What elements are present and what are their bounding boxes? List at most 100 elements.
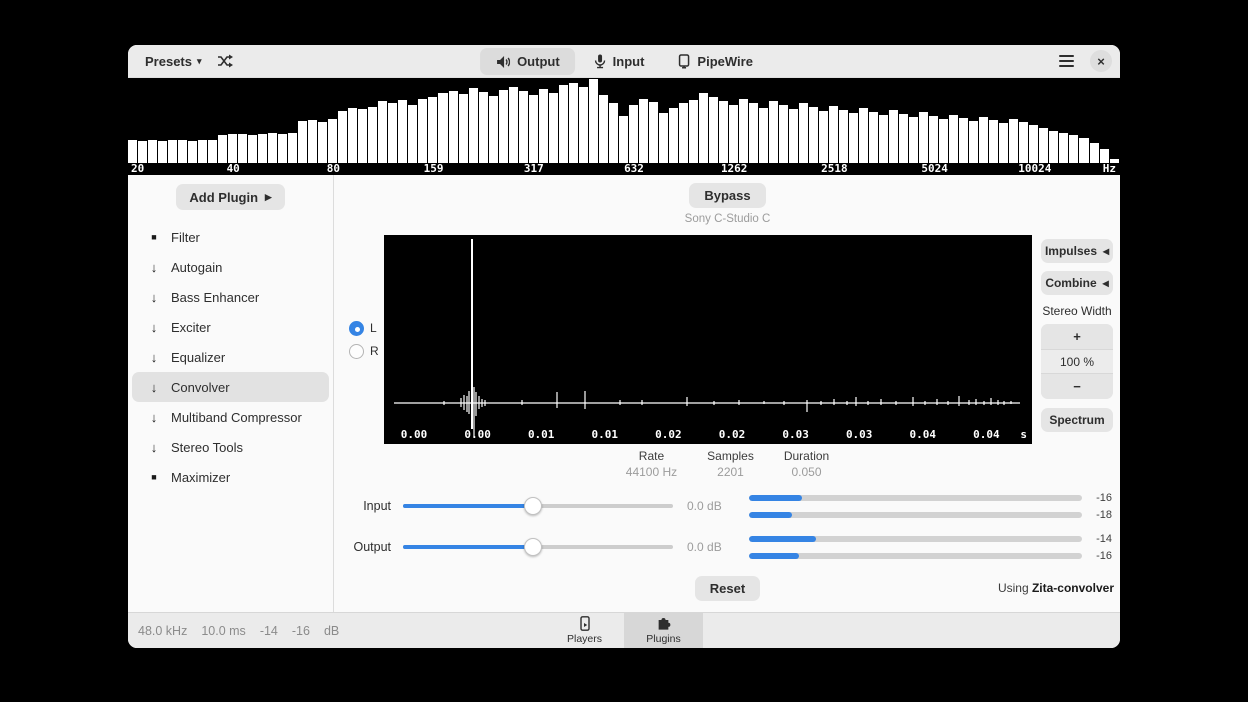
easyeffects-window: Presets ▾ Output Input PipeWire × Hz 20 … (128, 45, 1120, 648)
spectrum-bar (368, 107, 378, 163)
spectrum-bar (458, 94, 468, 163)
spectrum-bar (168, 140, 178, 163)
time-tick-label: 0.00 (400, 428, 428, 441)
spectrum-bar (758, 108, 768, 163)
close-icon: × (1097, 53, 1105, 69)
spectrum-bar (889, 110, 899, 163)
sidebar-item-equalizer[interactable]: ↓ Equalizer (132, 342, 329, 372)
plugins-icon (658, 617, 671, 630)
gain-label: Input (363, 499, 391, 513)
level-meter-fill (749, 494, 803, 501)
spectrum-bar (628, 105, 638, 163)
header-bar: Presets ▾ Output Input PipeWire × (128, 45, 1120, 78)
time-tick-label: 0.04 (909, 428, 937, 441)
spectrum-bar (939, 119, 949, 163)
time-tick-label: 0.03 (782, 428, 809, 441)
channel-right-label: R (370, 344, 379, 358)
sidebar-item-maximizer[interactable]: ■ Maximizer (132, 462, 329, 492)
shuffle-icon (217, 54, 233, 68)
info-samples: Samples 2201 (707, 449, 754, 479)
sidebar-item-bass-enhancer[interactable]: ↓ Bass Enhancer (132, 282, 329, 312)
shuffle-button[interactable] (211, 49, 239, 74)
tab-input[interactable]: Input (579, 48, 660, 75)
info-duration: Duration 0.050 (784, 449, 829, 479)
arrow-down-icon: ↓ (150, 349, 158, 365)
stereo-width-decrease-button[interactable]: − (1041, 374, 1113, 399)
tab-pipewire[interactable]: PipeWire (663, 48, 768, 75)
spectrum-bar (538, 89, 548, 163)
channel-right[interactable]: R (349, 343, 384, 359)
spectrum-bar (668, 108, 678, 163)
tab-output[interactable]: Output (480, 48, 575, 75)
spectrum-bar (288, 133, 298, 163)
spectrum-bar (959, 118, 969, 163)
gain-controls: Input 0.0 dB -16 -18 Output 0.0 dB -14 -16 (335, 489, 1120, 564)
forward-arrow-icon: ▸ (265, 189, 272, 204)
sidebar-item-autogain[interactable]: ↓ Autogain (132, 252, 329, 282)
sidebar-item-exciter[interactable]: ↓ Exciter (132, 312, 329, 342)
frequency-tick-label: 159 (423, 162, 444, 175)
input-gain-row: Input 0.0 dB -16 -18 (335, 489, 1120, 523)
plugin-label: Exciter (171, 319, 211, 335)
slider-handle[interactable] (523, 538, 542, 556)
arrow-down-icon: ↓ (150, 259, 158, 275)
meter-row: -14 (749, 533, 1112, 545)
add-plugin-button[interactable]: Add Plugin ▸ (176, 184, 285, 210)
reset-button[interactable]: Reset (694, 576, 761, 601)
spectrum-bar (218, 135, 228, 163)
spectrum-bar (468, 88, 478, 163)
spectrum-bar (608, 103, 618, 163)
status-readouts: 48.0 kHz 10.0 ms -14 -16 dB (138, 624, 339, 638)
info-rate: Rate 44100 Hz (626, 449, 677, 479)
meter-row: -16 (749, 550, 1112, 562)
spectrum-bar (748, 103, 758, 163)
spectrum-bar (138, 141, 148, 163)
bypass-button[interactable]: Bypass (689, 183, 766, 208)
frequency-tick-label: 20 (131, 162, 145, 175)
spectrum-bar (388, 103, 398, 163)
spectrum-bar (198, 140, 208, 163)
spectrum-bars (128, 79, 1120, 163)
spectrum-bar (989, 120, 999, 163)
arrow-down-icon: ↓ (150, 289, 158, 305)
spectrum-bar (1039, 128, 1049, 163)
presets-button[interactable]: Presets ▾ (136, 49, 211, 74)
spectrum-bar (128, 140, 138, 163)
info-value: 2201 (717, 465, 744, 479)
combine-button[interactable]: Combine ◂ (1041, 271, 1113, 295)
spectrum-bar (398, 100, 408, 163)
close-button[interactable]: × (1090, 50, 1112, 72)
minus-icon: − (1073, 379, 1081, 394)
players-icon (579, 616, 590, 631)
spectrum-bar (678, 103, 688, 163)
output-gain-slider[interactable] (403, 538, 673, 556)
channel-left[interactable]: L (349, 320, 384, 336)
spectrum-bar (618, 116, 628, 163)
tab-players[interactable]: Players (545, 613, 624, 648)
spectrum-bar (688, 100, 698, 163)
plus-icon: + (1073, 329, 1081, 344)
sidebar-item-stereo-tools[interactable]: ↓ Stereo Tools (132, 432, 329, 462)
spectrum-toggle-button[interactable]: Spectrum (1041, 408, 1113, 432)
sidebar-item-filter[interactable]: ■ Filter (132, 222, 329, 252)
spectrum-bar (829, 106, 839, 163)
spectrum-bar (258, 134, 268, 163)
sidebar-item-multiband-compressor[interactable]: ↓ Multiband Compressor (132, 402, 329, 432)
slider-handle[interactable] (523, 497, 542, 515)
radio-left-icon[interactable] (349, 320, 364, 336)
spectrum-bar (648, 102, 658, 163)
gain-value: 0.0 dB (687, 540, 722, 554)
spectrum-bar (1049, 131, 1059, 163)
back-arrow-icon: ◂ (1102, 276, 1109, 290)
stereo-width-value[interactable]: 100 % (1041, 349, 1113, 374)
tab-plugins[interactable]: Plugins (624, 613, 703, 648)
impulses-button[interactable]: Impulses ◂ (1041, 239, 1113, 263)
radio-right-icon[interactable] (349, 343, 364, 359)
input-gain-slider[interactable] (403, 497, 673, 515)
menu-button[interactable] (1052, 49, 1080, 74)
stereo-width-increase-button[interactable]: + (1041, 324, 1113, 349)
level-meter-fill (749, 511, 793, 518)
spectrum-bar (508, 87, 518, 163)
spectrum-bar (1029, 125, 1039, 163)
sidebar-item-convolver[interactable]: ↓ Convolver (132, 372, 329, 402)
